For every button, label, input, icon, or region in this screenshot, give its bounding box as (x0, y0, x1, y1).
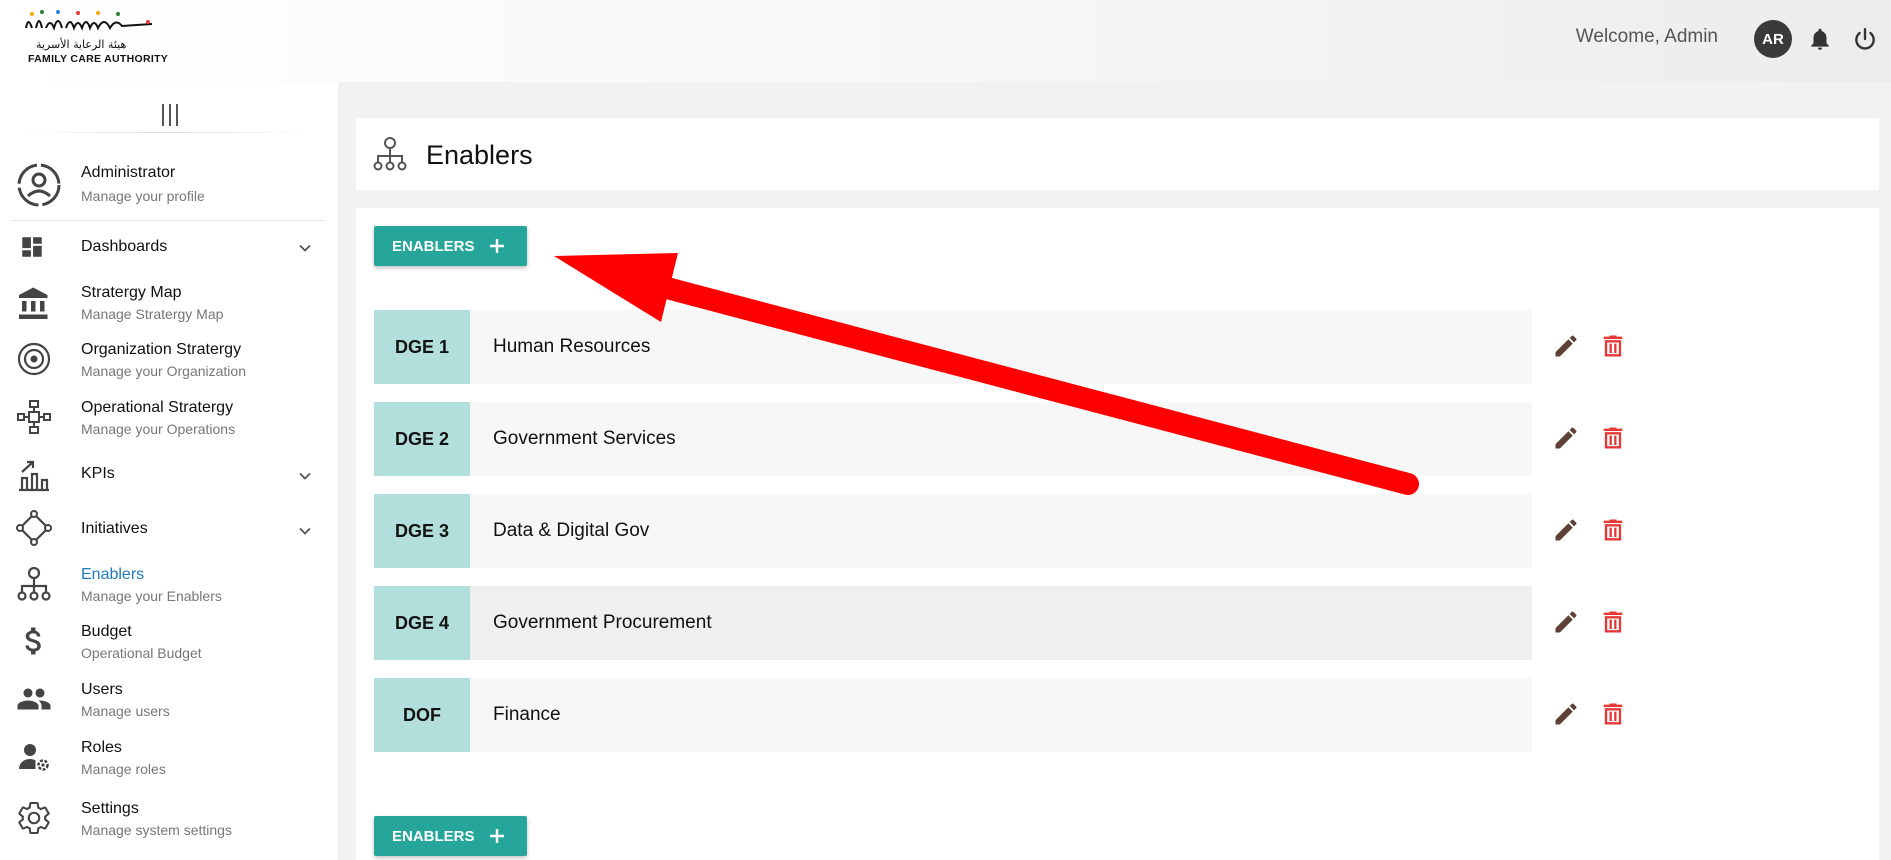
edit-icon[interactable] (1552, 424, 1580, 452)
sidebar-item-settings[interactable]: Settings Manage system settings (0, 798, 338, 852)
sidebar-item-title: Roles (81, 739, 122, 756)
edit-icon[interactable] (1552, 332, 1580, 360)
sidebar-item-title: KPIs (81, 465, 115, 482)
user-gear-icon (19, 744, 49, 771)
edit-icon[interactable] (1552, 700, 1580, 728)
page-title: Enablers (426, 140, 533, 170)
sidebar-item-enablers[interactable]: Enablers Manage your Enablers (0, 564, 338, 618)
users-icon (17, 688, 51, 710)
dashboard-icon (22, 237, 42, 257)
enabler-row: DGE 3 Data & Digital Gov (374, 494, 1532, 568)
plus-icon (490, 829, 504, 843)
sidebar: Administrator Manage your profile Dashbo… (0, 82, 338, 860)
enabler-name: Data & Digital Gov (493, 520, 650, 541)
chevron-down-icon[interactable] (295, 238, 315, 258)
dollar-icon (25, 627, 41, 655)
enabler-name: Finance (493, 704, 561, 725)
sidebar-item-dashboards[interactable]: Dashboards (0, 230, 338, 284)
enabler-row: DGE 1 Human Resources (374, 310, 1532, 384)
menu-toggle-icon[interactable] (160, 104, 180, 126)
delete-icon[interactable] (1599, 424, 1627, 452)
logo-english-text: FAMILY CARE AUTHORITY (28, 53, 169, 65)
chevron-down-icon[interactable] (295, 521, 315, 541)
welcome-text: Welcome, Admin (1575, 26, 1718, 47)
enabler-row: DGE 4 Government Procurement (374, 586, 1532, 660)
sidebar-item-title: Initiatives (81, 520, 148, 537)
diamond-nodes-icon (16, 510, 52, 546)
target-icon (17, 342, 51, 376)
user-avatar[interactable]: AR (1754, 20, 1792, 58)
logo-arabic-text: هيئة الرعاية الأسرية (36, 38, 127, 51)
sidebar-item-kpis[interactable]: KPIs (0, 454, 338, 508)
chart-arrow-icon (19, 460, 49, 492)
add-enabler-button-label: ENABLERS (392, 827, 475, 845)
add-enabler-button-bottom[interactable]: ENABLERS (374, 816, 527, 856)
sidebar-item-organization-stratergy[interactable]: Organization Stratergy Manage your Organ… (0, 339, 338, 393)
sidebar-item-stratergy-map[interactable]: Stratergy Map Manage Stratergy Map (0, 282, 338, 336)
chevron-down-icon[interactable] (295, 466, 315, 486)
sidebar-item-roles[interactable]: Roles Manage roles (0, 737, 338, 791)
enabler-row: DOF Finance (374, 678, 1532, 752)
sidebar-item-subtitle: Manage roles (81, 761, 166, 777)
delete-icon[interactable] (1599, 608, 1627, 636)
delete-icon[interactable] (1599, 516, 1627, 544)
sidebar-item-subtitle: Manage your Enablers (81, 588, 222, 604)
sidebar-item-subtitle: Manage your Organization (81, 363, 246, 379)
enabler-code: DGE 1 (374, 310, 470, 384)
power-icon[interactable] (1852, 26, 1878, 52)
sidebar-item-budget[interactable]: Budget Operational Budget (0, 621, 338, 675)
enabler-code: DGE 4 (374, 586, 470, 660)
network-icon (17, 400, 51, 434)
enabler-code: DGE 2 (374, 402, 470, 476)
sidebar-item-subtitle: Manage your profile (81, 188, 205, 204)
top-header: هيئة الرعاية الأسرية FAMILY CARE AUTHORI… (0, 0, 1891, 82)
sidebar-item-title: Dashboards (81, 238, 168, 255)
sidebar-item-title: Stratergy Map (81, 284, 182, 301)
sidebar-item-subtitle: Manage Stratergy Map (81, 306, 224, 322)
sidebar-item-subtitle: Manage users (81, 703, 170, 719)
sidebar-item-subtitle: Manage your Operations (81, 421, 236, 437)
hierarchy-icon (373, 137, 407, 171)
sidebar-item-title: Users (81, 681, 123, 698)
bank-icon (19, 287, 48, 319)
sidebar-item-users[interactable]: Users Manage users (0, 679, 338, 733)
hierarchy-icon (17, 566, 51, 601)
sidebar-item-title: Budget (81, 623, 132, 640)
sidebar-item-subtitle: Operational Budget (81, 645, 202, 661)
page-heading-card: Enablers (356, 118, 1879, 190)
sidebar-divider (20, 132, 310, 133)
sidebar-item-administrator[interactable]: Administrator Manage your profile (0, 162, 338, 216)
sidebar-item-title: Organization Stratergy (81, 341, 242, 358)
sidebar-item-title: Enablers (81, 566, 145, 583)
add-enabler-button-label: ENABLERS (392, 237, 475, 255)
enabler-code: DGE 3 (374, 494, 470, 568)
enablers-content: ENABLERS DGE 1 Human Resources DGE 2 Govern… (356, 208, 1879, 860)
sidebar-item-initiatives[interactable]: Initiatives (0, 508, 338, 562)
family-care-authority-logo[interactable]: هيئة الرعاية الأسرية FAMILY CARE AUTHORI… (22, 6, 168, 66)
gear-icon (18, 801, 50, 835)
sidebar-item-title: Settings (81, 800, 139, 817)
enabler-name: Government Services (493, 428, 676, 449)
delete-icon[interactable] (1599, 332, 1627, 360)
edit-icon[interactable] (1552, 608, 1580, 636)
sidebar-item-subtitle: Manage system settings (81, 822, 232, 838)
user-circle-icon (17, 163, 61, 207)
sidebar-item-title: Administrator (81, 164, 176, 181)
plus-icon (490, 239, 504, 253)
edit-icon[interactable] (1552, 516, 1580, 544)
delete-icon[interactable] (1599, 700, 1627, 728)
enabler-row: DGE 2 Government Services (374, 402, 1532, 476)
enabler-name: Government Procurement (493, 612, 712, 633)
sidebar-item-title: Operational Stratergy (81, 399, 234, 416)
enabler-name: Human Resources (493, 336, 651, 357)
enabler-code: DOF (374, 678, 470, 752)
bell-icon[interactable] (1807, 26, 1833, 52)
add-enabler-button-top[interactable]: ENABLERS (374, 226, 527, 266)
sidebar-item-operational-stratergy[interactable]: Operational Stratergy Manage your Operat… (0, 397, 338, 451)
sidebar-separator (12, 220, 324, 221)
logo-mark-icon (25, 10, 153, 32)
